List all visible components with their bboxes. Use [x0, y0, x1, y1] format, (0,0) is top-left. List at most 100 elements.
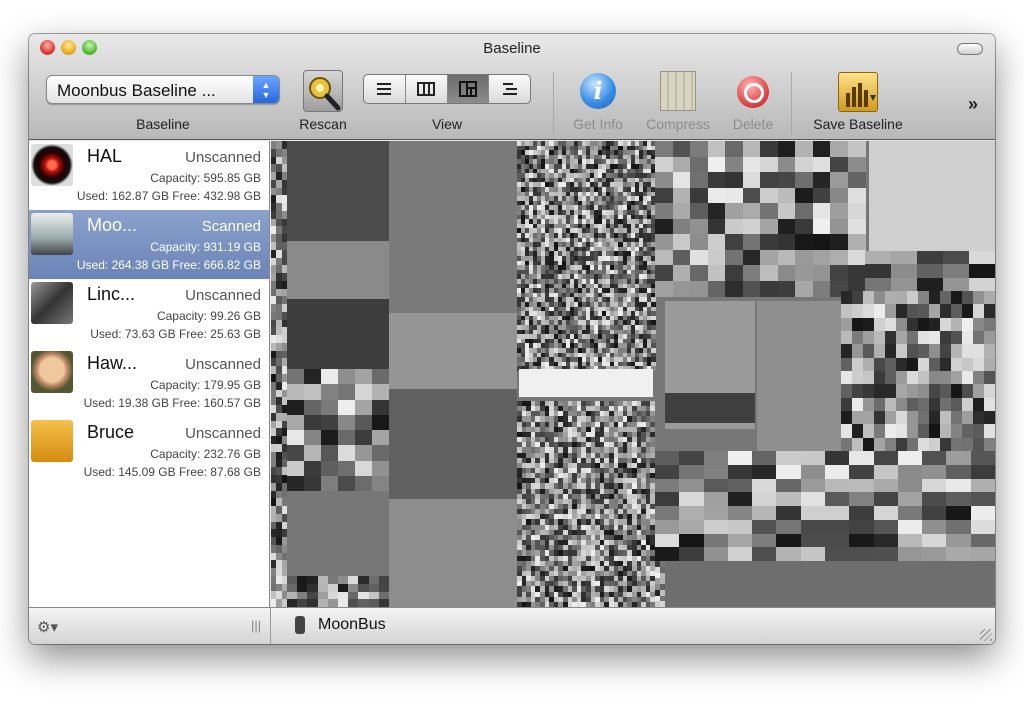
treemap-block[interactable] — [863, 304, 874, 318]
treemap-block[interactable] — [655, 219, 673, 235]
treemap-block[interactable] — [951, 291, 962, 305]
treemap-block[interactable] — [655, 506, 680, 520]
treemap-block[interactable] — [841, 424, 852, 438]
treemap-block[interactable] — [795, 141, 813, 157]
treemap-block[interactable] — [725, 265, 743, 281]
treemap-block[interactable] — [813, 203, 831, 219]
treemap-block[interactable] — [922, 506, 947, 520]
treemap-block[interactable] — [358, 599, 369, 607]
gear-icon[interactable]: ⚙▾ — [37, 618, 58, 636]
treemap-block[interactable] — [655, 534, 680, 548]
treemap-block[interactable] — [690, 281, 708, 297]
treemap-block[interactable] — [287, 369, 304, 385]
treemap-block[interactable] — [962, 344, 973, 358]
treemap-block[interactable] — [874, 492, 899, 506]
treemap-block[interactable] — [679, 534, 704, 548]
treemap-block[interactable] — [813, 234, 831, 250]
treemap-block[interactable] — [690, 188, 708, 204]
list-view-icon[interactable] — [364, 75, 406, 103]
treemap-block[interactable] — [655, 451, 680, 465]
treemap-block[interactable] — [725, 141, 743, 157]
treemap-block[interactable] — [962, 291, 973, 305]
treemap-block[interactable] — [690, 157, 708, 173]
treemap-block[interactable] — [725, 172, 743, 188]
treemap-block[interactable] — [321, 461, 338, 477]
treemap-block[interactable] — [372, 476, 389, 492]
treemap-block[interactable] — [907, 438, 918, 452]
treemap-block[interactable] — [951, 358, 962, 372]
treemap-block[interactable] — [813, 172, 831, 188]
treemap-block[interactable] — [940, 371, 951, 385]
treemap-block[interactable] — [673, 265, 691, 281]
treemap-block[interactable] — [841, 371, 852, 385]
treemap-block[interactable] — [679, 479, 704, 493]
treemap-block[interactable] — [918, 331, 929, 345]
treemap-block[interactable] — [973, 358, 984, 372]
treemap-block[interactable] — [321, 476, 338, 492]
treemap-block[interactable] — [984, 424, 995, 438]
treemap-block[interactable] — [338, 461, 355, 477]
treemap-block[interactable] — [287, 430, 304, 446]
treemap-block[interactable] — [665, 393, 755, 423]
treemap-block[interactable] — [984, 411, 995, 425]
treemap-block[interactable] — [922, 465, 947, 479]
treemap-block[interactable] — [690, 234, 708, 250]
baseline-popup[interactable]: Moonbus Baseline ... ▲ ▼ — [46, 75, 280, 104]
treemap-block[interactable] — [885, 358, 896, 372]
treemap-block[interactable] — [929, 371, 940, 385]
treemap-block[interactable] — [813, 219, 831, 235]
treemap-block[interactable] — [951, 318, 962, 332]
treemap-block[interactable] — [321, 430, 338, 446]
treemap-block[interactable] — [896, 358, 907, 372]
treemap-block[interactable] — [984, 438, 995, 452]
treemap-block[interactable] — [841, 291, 852, 305]
treemap-block[interactable] — [874, 424, 885, 438]
treemap-block[interactable] — [778, 234, 796, 250]
treemap-block[interactable] — [760, 157, 778, 173]
treemap-block[interactable] — [743, 157, 761, 173]
treemap-block[interactable] — [743, 265, 761, 281]
compress-label[interactable]: Compress — [638, 116, 718, 132]
treemap-block[interactable] — [704, 520, 729, 534]
treemap-block[interactable] — [896, 371, 907, 385]
treemap-block[interactable] — [918, 384, 929, 398]
treemap-block[interactable] — [907, 424, 918, 438]
treemap-block[interactable] — [898, 547, 923, 561]
treemap-block[interactable] — [891, 251, 917, 265]
treemap-block[interactable] — [849, 465, 874, 479]
treemap-block[interactable] — [973, 318, 984, 332]
treemap-block[interactable] — [304, 400, 321, 416]
treemap-block[interactable] — [898, 492, 923, 506]
treemap-block[interactable] — [655, 465, 680, 479]
treemap-block[interactable] — [665, 561, 995, 607]
treemap-block[interactable] — [898, 451, 923, 465]
treemap-block[interactable] — [891, 264, 917, 278]
treemap-block[interactable] — [971, 492, 995, 506]
treemap-block[interactable] — [849, 534, 874, 548]
treemap-block[interactable] — [973, 304, 984, 318]
treemap-block[interactable] — [778, 141, 796, 157]
treemap-block[interactable] — [673, 281, 691, 297]
treemap-block[interactable] — [984, 331, 995, 345]
treemap-block[interactable] — [973, 424, 984, 438]
treemap-block[interactable] — [951, 411, 962, 425]
treemap-block[interactable] — [704, 479, 729, 493]
treemap-block[interactable] — [973, 384, 984, 398]
treemap-block[interactable] — [708, 188, 726, 204]
treemap-block[interactable] — [801, 506, 826, 520]
treemap-block[interactable] — [874, 331, 885, 345]
treemap-block[interactable] — [863, 331, 874, 345]
treemap-block[interactable] — [874, 411, 885, 425]
treemap-block[interactable] — [940, 438, 951, 452]
treemap-block[interactable] — [848, 188, 866, 204]
drive-list-item[interactable]: Moo... Scanned Capacity: 931.19 GB Used: 26… — [29, 210, 269, 279]
treemap-block[interactable] — [752, 520, 777, 534]
treemap-block[interactable] — [728, 520, 753, 534]
treemap-block[interactable] — [848, 250, 866, 266]
treemap-block[interactable] — [907, 344, 918, 358]
treemap-block[interactable] — [795, 281, 813, 297]
treemap-block[interactable] — [679, 451, 704, 465]
treemap-block[interactable] — [874, 291, 885, 305]
treemap-block[interactable] — [760, 265, 778, 281]
treemap-block[interactable] — [940, 358, 951, 372]
